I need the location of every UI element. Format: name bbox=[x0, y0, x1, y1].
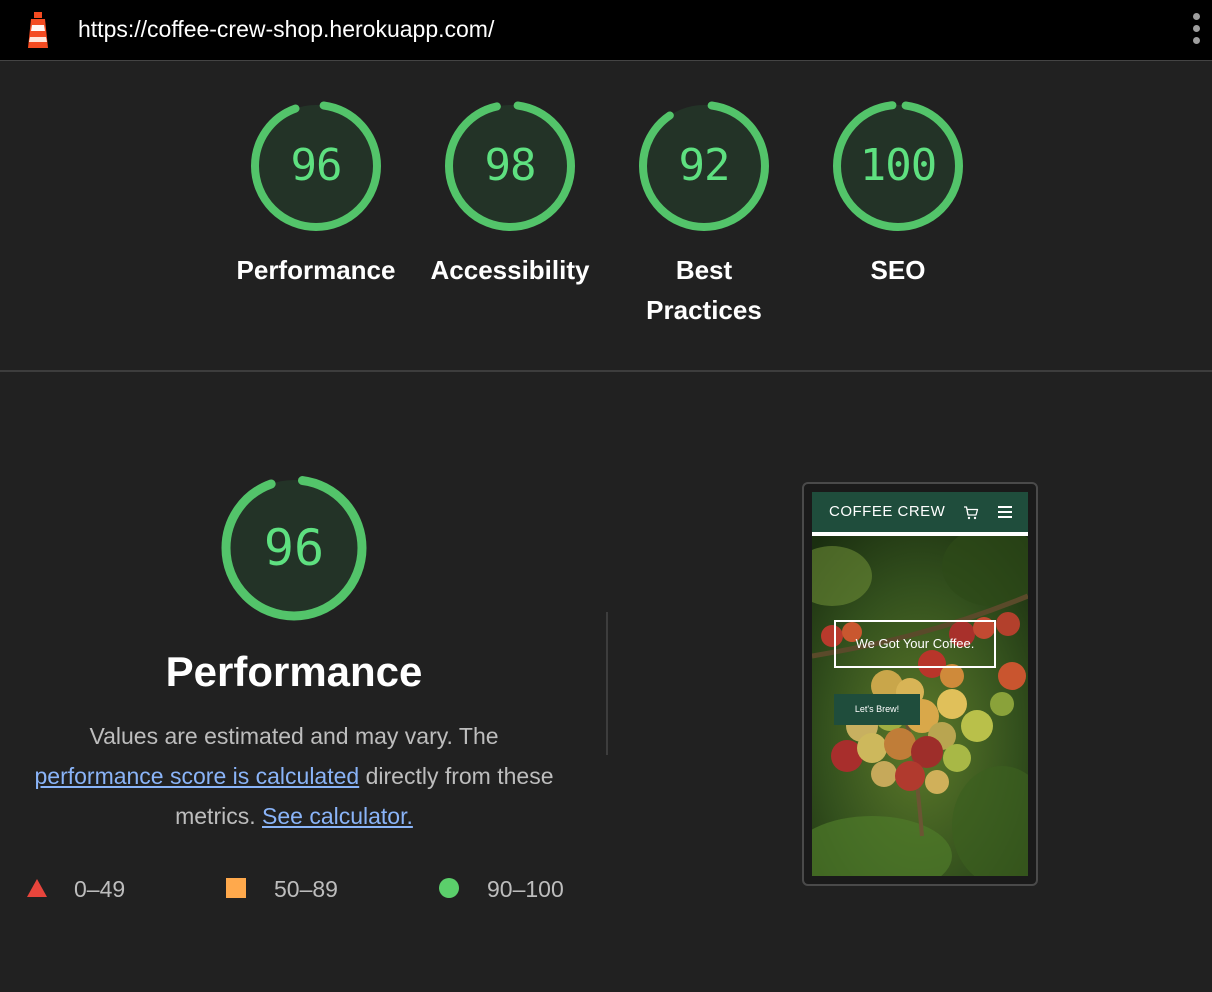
report-url: https://coffee-crew-shop.herokuapp.com/ bbox=[78, 16, 495, 42]
square-icon bbox=[226, 878, 246, 898]
gauge-label-accessibility: Accessibility bbox=[410, 250, 610, 290]
circle-icon bbox=[439, 878, 459, 898]
performance-title: Performance bbox=[165, 648, 423, 695]
gauge-label-performance: Performance bbox=[216, 250, 416, 290]
final-screenshot[interactable]: COFFEE CREW We Got Your Coffee. Let's Br… bbox=[802, 482, 1038, 886]
gauge-label-line: Performance bbox=[236, 255, 396, 285]
legend-range: 0–49 bbox=[74, 876, 126, 902]
gauge-accessibility[interactable]: 98 bbox=[445, 101, 575, 231]
screenshot-viewport: COFFEE CREW We Got Your Coffee. Let's Br… bbox=[812, 492, 1028, 876]
performance-gauge: 96 bbox=[221, 475, 367, 621]
gauge-label-best-practices: Best Practices bbox=[604, 250, 804, 330]
score-calculated-link[interactable]: performance score is calculated bbox=[34, 763, 359, 789]
section-divider bbox=[0, 370, 1212, 372]
gauge-performance[interactable]: 96 bbox=[251, 101, 381, 231]
hero-heading: We Got Your Coffee. bbox=[834, 620, 996, 668]
top-bar: https://coffee-crew-shop.herokuapp.com/ bbox=[0, 0, 1212, 61]
triangle-icon bbox=[27, 879, 47, 897]
gauge-label-line: Accessibility bbox=[430, 255, 590, 285]
lighthouse-icon bbox=[24, 12, 52, 48]
gauge-score: 98 bbox=[484, 140, 537, 191]
legend-range: 90–100 bbox=[487, 876, 564, 902]
gauge-label-line: Practices bbox=[646, 295, 762, 325]
gauge-label-line: Best bbox=[675, 255, 733, 285]
description-text: Values are estimated and may vary. The bbox=[89, 723, 499, 749]
hero-button: Let's Brew! bbox=[834, 694, 920, 725]
site-brand: COFFEE CREW bbox=[829, 503, 946, 520]
gauge-score: 100 bbox=[859, 140, 937, 191]
legend-range: 50–89 bbox=[274, 876, 338, 902]
hero-coffee-image: We Got Your Coffee. Let's Brew! bbox=[812, 526, 1028, 876]
gauge-score: 92 bbox=[678, 140, 731, 191]
cart-icon bbox=[963, 505, 979, 521]
gauge-label-seo: SEO bbox=[798, 250, 998, 290]
kebab-menu-icon[interactable] bbox=[1188, 13, 1204, 47]
hamburger-menu-icon bbox=[998, 506, 1012, 518]
gauge-label-line: SEO bbox=[870, 255, 926, 285]
gauge-seo[interactable]: 100 bbox=[833, 101, 963, 231]
site-navbar: COFFEE CREW bbox=[812, 492, 1028, 532]
performance-score: 96 bbox=[263, 519, 325, 577]
vertical-separator bbox=[606, 612, 608, 755]
see-calculator-link[interactable]: See calculator. bbox=[262, 803, 413, 829]
gauge-best-practices[interactable]: 92 bbox=[639, 101, 769, 231]
performance-description: Values are estimated and may vary. The p… bbox=[24, 716, 564, 836]
gauge-score: 96 bbox=[290, 140, 343, 191]
